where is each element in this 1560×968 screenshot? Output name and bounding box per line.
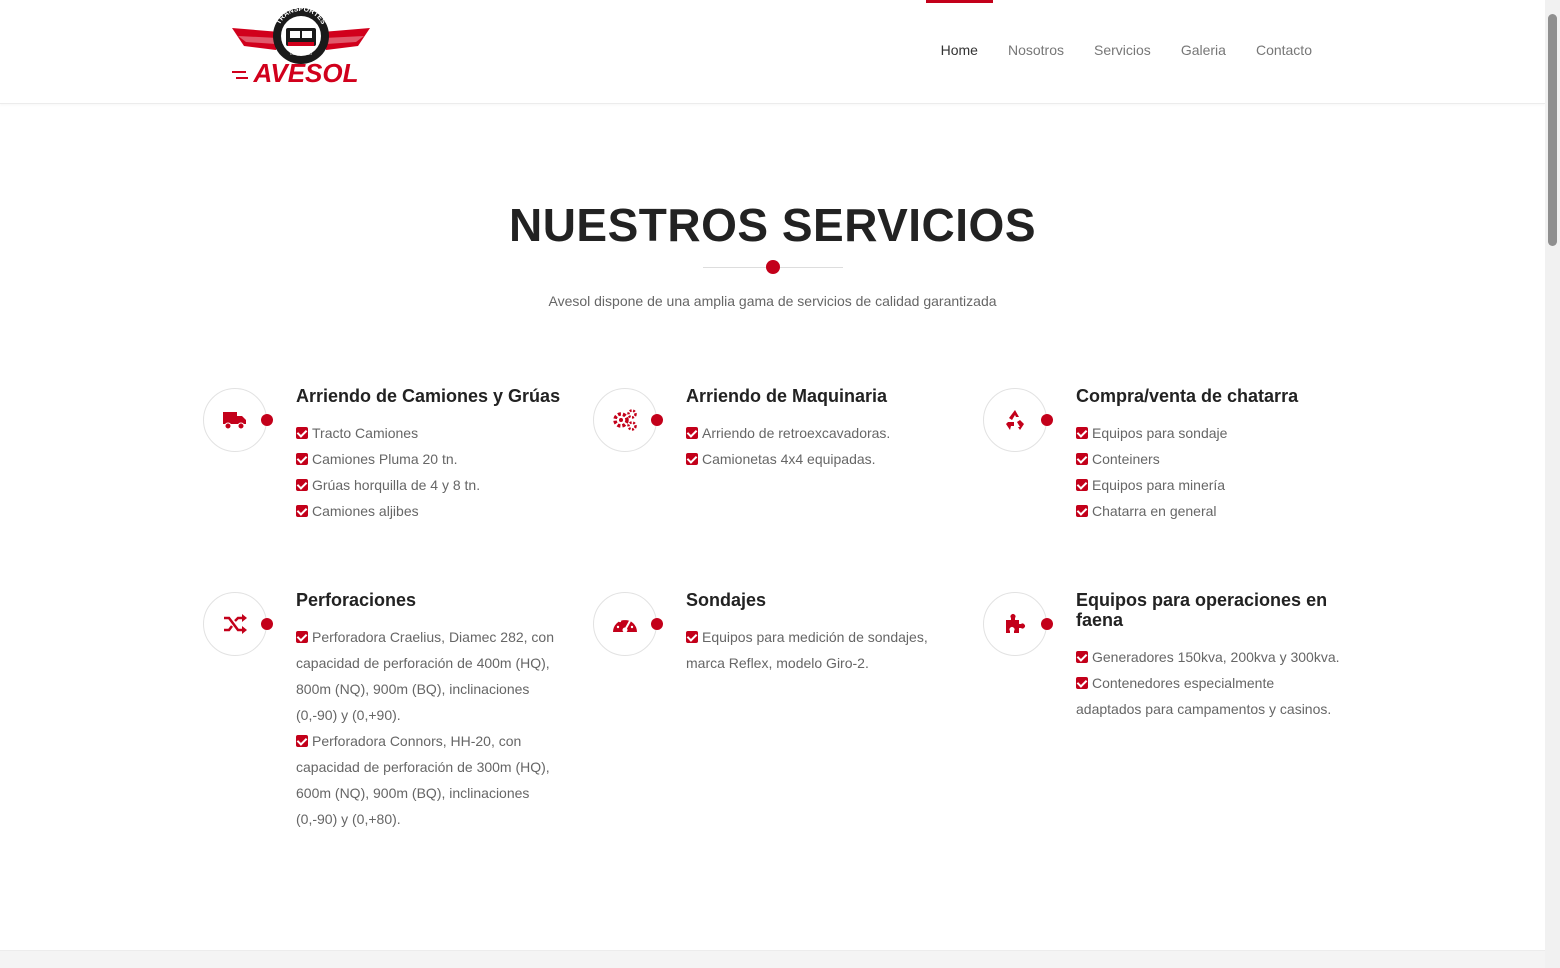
service-list-item: Conteiners (1076, 446, 1351, 472)
check-square-icon (1076, 453, 1088, 465)
check-square-icon (296, 427, 308, 439)
svg-text:COQUIMBO: COQUIMBO (290, 51, 312, 56)
check-square-icon (686, 453, 698, 465)
service-list: Tracto Camiones Camiones Pluma 20 tn. Grúa… (296, 420, 571, 524)
service-list-item: Arriendo de retroexcavadoras. (686, 420, 961, 446)
section-subtitle: Avesol dispone de una amplia gama de ser… (548, 293, 997, 309)
service-list: Generadores 150kva, 200kva y 300kva. Cont… (1076, 644, 1351, 722)
service-list-item: Camiones Pluma 20 tn. (296, 446, 571, 472)
service-dot (1041, 618, 1053, 630)
service-list-item: Perforadora Connors, HH-20, con capacidad… (296, 733, 550, 827)
service-body: Arriendo de Maquinaria Arriendo de retroe… (686, 386, 961, 472)
cogs-icon (593, 388, 657, 452)
service-icon-wrap (203, 388, 283, 454)
dashboard-icon (593, 592, 657, 656)
service-dot (651, 414, 663, 426)
service-list-item: Camionetas 4x4 equipadas. (686, 446, 961, 472)
puzzle-icon (983, 592, 1047, 656)
check-square-icon (1076, 479, 1088, 491)
service-body: Compra/venta de chatarra Equipos para son… (1076, 386, 1351, 524)
service-title: Sondajes (686, 590, 767, 610)
service-icon-wrap (983, 592, 1063, 658)
check-square-icon (686, 427, 698, 439)
check-square-icon (686, 631, 698, 643)
service-body: Arriendo de Camiones y Grúas Tracto Camio… (296, 386, 571, 524)
title-divider (703, 258, 843, 276)
service-body: Perforaciones Perforadora Craelius, Diame… (296, 590, 571, 832)
service-icon-wrap (203, 592, 283, 658)
service-title: Equipos para operaciones en faena (1076, 590, 1328, 630)
service-list-item: Grúas horquilla de 4 y 8 tn. (296, 472, 571, 498)
service-dot (261, 618, 273, 630)
site-logo[interactable]: TRANSPORTES COQUIMBO AVESOL (228, 6, 374, 88)
scrollbar[interactable] (1545, 0, 1560, 968)
check-square-icon (1076, 677, 1088, 689)
truck-icon (203, 388, 267, 452)
service-icon-wrap (593, 388, 673, 454)
divider-dot (766, 260, 780, 274)
footer-strip (0, 950, 1545, 968)
check-square-icon (296, 505, 308, 517)
nav-item-home[interactable]: Home (925, 0, 994, 100)
service-list-item: Equipos para sondaje (1076, 420, 1351, 446)
service-title: Arriendo de Maquinaria (686, 386, 888, 406)
service-list-item: Contenedores especialmente adaptados para… (1076, 675, 1332, 717)
avesol-logo-image: TRANSPORTES COQUIMBO AVESOL (232, 6, 370, 88)
check-square-icon (1076, 505, 1088, 517)
service-list-item: Generadores 150kva, 200kva y 300kva. (1076, 644, 1351, 670)
check-square-icon (296, 453, 308, 465)
service-list: Equipos para sondaje Conteiners Equipos pa… (1076, 420, 1351, 524)
nav-item-nosotros[interactable]: Nosotros (993, 0, 1079, 100)
nav-item-contacto[interactable]: Contacto (1241, 0, 1327, 100)
service-title: Perforaciones (296, 590, 417, 610)
main-nav: Home Nosotros Servicios Galeria Contacto (925, 0, 1327, 100)
service-list-item: Tracto Camiones (296, 420, 571, 446)
service-list-item: Equipos para medición de sondajes, marca … (686, 629, 928, 671)
section-title: NUESTROS SERVICIOS (508, 199, 1037, 251)
service-list-item: Equipos para minería (1076, 472, 1351, 498)
service-title: Arriendo de Camiones y Grúas (296, 386, 561, 406)
service-dot (261, 414, 273, 426)
shuffle-icon (203, 592, 267, 656)
check-square-icon (296, 735, 308, 747)
recycle-icon (983, 388, 1047, 452)
service-dot (1041, 414, 1053, 426)
nav-item-servicios[interactable]: Servicios (1079, 0, 1166, 100)
site-header: TRANSPORTES COQUIMBO AVESOL Home Nosotros… (0, 0, 1545, 104)
service-list: Equipos para medición de sondajes, marca … (686, 624, 961, 676)
scrollbar-thumb[interactable] (1548, 14, 1557, 246)
service-body: Sondajes Equipos para medición de sondaje… (686, 590, 961, 676)
service-list: Arriendo de retroexcavadoras. Camionetas … (686, 420, 961, 472)
service-list-item: Camiones aljibes (296, 498, 571, 524)
service-list-item: Perforadora Craelius, Diamec 282, con cap… (296, 629, 555, 723)
check-square-icon (1076, 651, 1088, 663)
svg-text:AVESOL: AVESOL (253, 58, 359, 86)
service-dot (651, 618, 663, 630)
service-list: Perforadora Craelius, Diamec 282, con cap… (296, 624, 571, 832)
service-body: Equipos para operaciones en faena Generado… (1076, 590, 1351, 722)
check-square-icon (296, 479, 308, 491)
service-title: Compra/venta de chatarra (1076, 386, 1299, 406)
service-icon-wrap (983, 388, 1063, 454)
check-square-icon (1076, 427, 1088, 439)
service-list-item: Chatarra en general (1076, 498, 1351, 524)
service-icon-wrap (593, 592, 673, 658)
nav-item-galeria[interactable]: Galeria (1166, 0, 1241, 100)
check-square-icon (296, 631, 308, 643)
